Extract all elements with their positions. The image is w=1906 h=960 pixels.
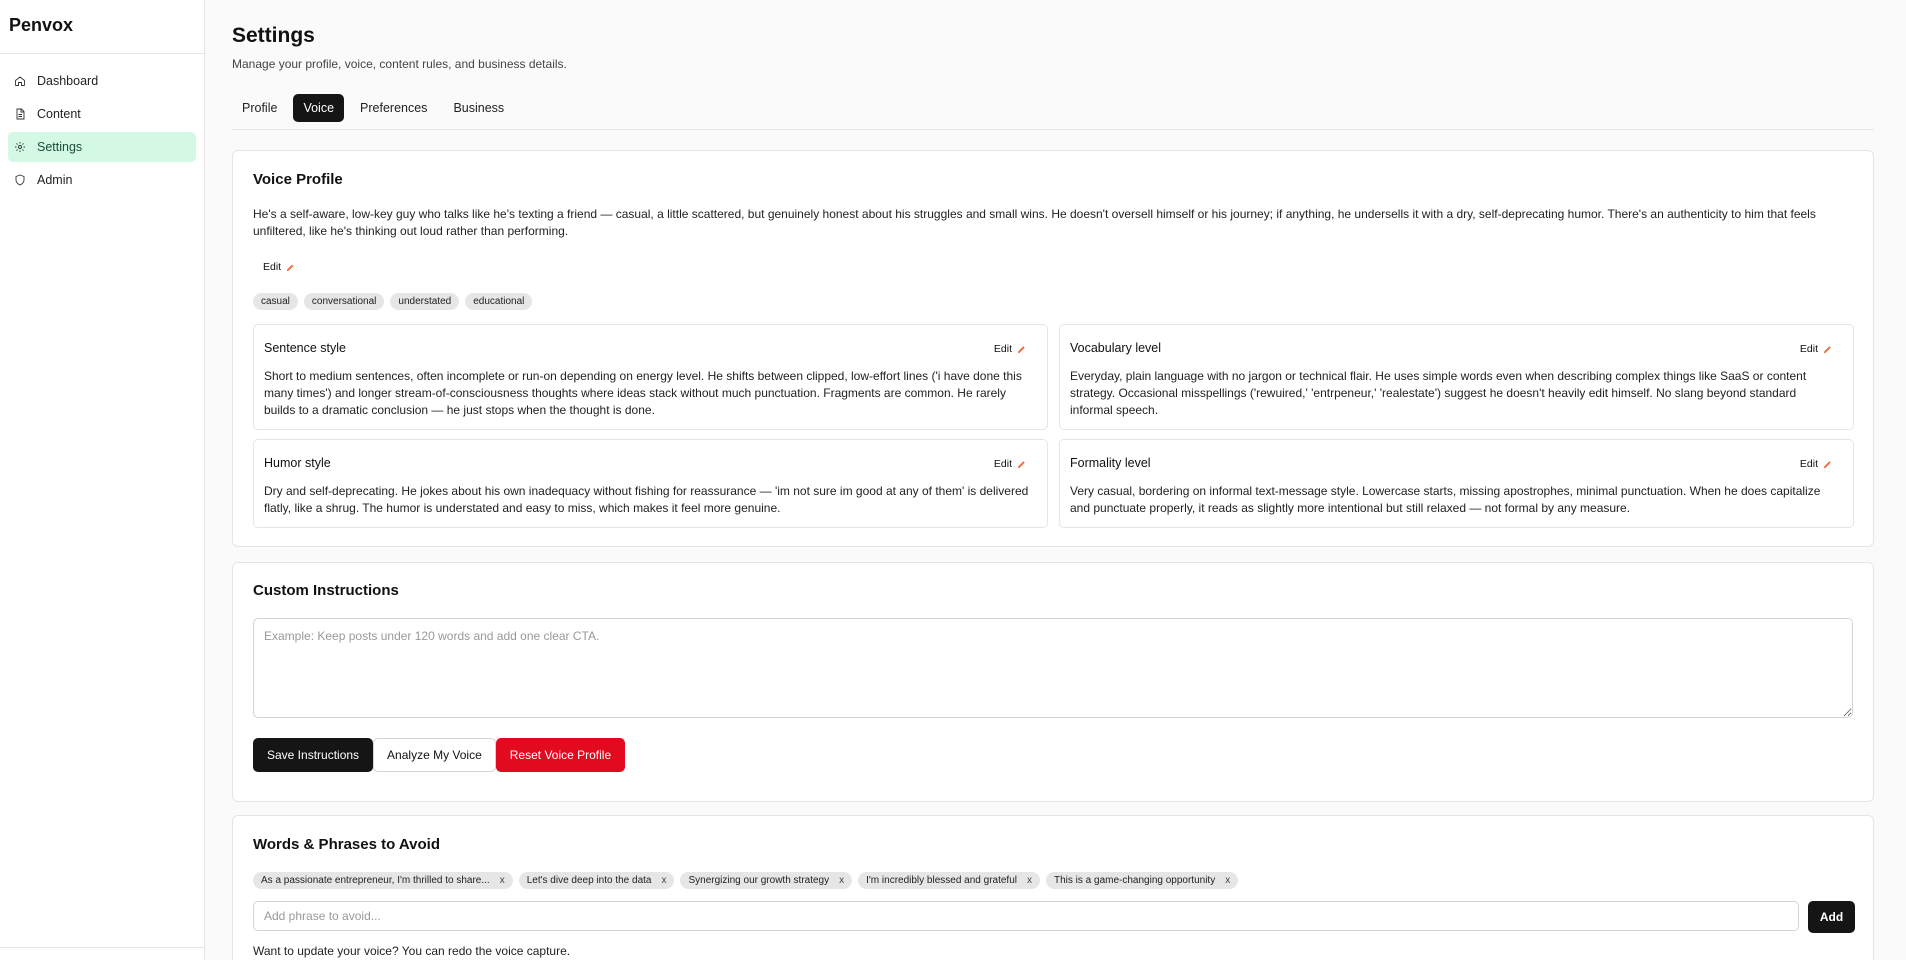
voice-tag: educational <box>465 293 533 310</box>
home-icon <box>12 74 27 89</box>
sidebar-item-label: Admin <box>37 173 73 187</box>
sidebar-footer-divider <box>0 947 204 948</box>
remove-phrase-button[interactable]: x <box>1027 875 1032 886</box>
analyze-voice-button[interactable]: Analyze My Voice <box>373 738 496 772</box>
custom-instructions-card: Custom Instructions Save Instructions An… <box>232 562 1874 802</box>
trait-name: Formality level <box>1070 456 1151 470</box>
avoid-phrase-chip: This is a game-changing opportunity x <box>1046 872 1239 889</box>
reset-voice-profile-button[interactable]: Reset Voice Profile <box>495 738 626 772</box>
pencil-icon <box>1822 344 1833 355</box>
tab-profile[interactable]: Profile <box>232 94 287 122</box>
redo-voice-note: Want to update your voice? You can redo … <box>253 944 571 958</box>
edit-label: Edit <box>1799 343 1818 355</box>
trait-formality-level: Formality level Edit Very casual, border… <box>1059 439 1854 528</box>
edit-label: Edit <box>993 343 1012 355</box>
trait-sentence-style: Sentence style Edit Short to medium sent… <box>253 324 1048 430</box>
avoid-phrases-card: Words & Phrases to Avoid As a passionate… <box>232 815 1874 960</box>
avoid-phrase-chip: As a passionate entrepreneur, I'm thrill… <box>253 872 513 889</box>
voice-tag: conversational <box>303 293 385 310</box>
avoid-phrase-text: This is a game-changing opportunity <box>1054 875 1216 886</box>
custom-instructions-title: Custom Instructions <box>253 582 399 599</box>
trait-edit-button[interactable]: Edit <box>994 343 1027 355</box>
remove-phrase-button[interactable]: x <box>1225 875 1230 886</box>
tab-business[interactable]: Business <box>443 94 514 122</box>
settings-tabs: Profile Voice Preferences Business <box>232 94 514 122</box>
edit-label: Edit <box>993 458 1012 470</box>
voice-tag: casual <box>253 293 298 310</box>
remove-phrase-button[interactable]: x <box>839 875 844 886</box>
tab-preferences[interactable]: Preferences <box>350 94 437 122</box>
voice-profile-description: He's a self-aware, low-key guy who talks… <box>253 207 1816 238</box>
trait-name: Vocabulary level <box>1070 341 1162 355</box>
trait-vocabulary-level: Vocabulary level Edit Everyday, plain la… <box>1059 324 1854 430</box>
voice-profile-card: Voice Profile He's a self-aware, low-key… <box>232 150 1874 547</box>
gear-icon <box>12 140 27 155</box>
save-instructions-button[interactable]: Save Instructions <box>253 738 374 772</box>
trait-humor-style: Humor style Edit Dry and self-deprecatin… <box>253 439 1048 528</box>
sidebar-item-label: Settings <box>37 140 83 154</box>
sidebar: Penvox Dashboard Content Settings Admin <box>0 0 205 960</box>
trait-edit-button[interactable]: Edit <box>1800 343 1833 355</box>
sidebar-item-label: Content <box>37 107 81 121</box>
trait-edit-button[interactable]: Edit <box>994 458 1027 470</box>
trait-name: Sentence style <box>264 341 346 355</box>
trait-name: Humor style <box>264 456 331 470</box>
custom-instructions-textarea[interactable] <box>253 618 1853 718</box>
avoid-phrase-text: As a passionate entrepreneur, I'm thrill… <box>261 875 490 886</box>
avoid-phrase-chip: Synergizing our growth strategy x <box>680 872 853 889</box>
main-content: Settings Manage your profile, voice, con… <box>232 0 1874 960</box>
trait-text: Dry and self-deprecating. He jokes about… <box>264 484 1029 515</box>
add-phrase-button[interactable]: Add <box>1808 901 1855 933</box>
avoid-phrase-input[interactable] <box>253 901 1799 931</box>
sidebar-item-content[interactable]: Content <box>8 99 196 129</box>
tabs-divider <box>232 129 1874 130</box>
avoid-phrase-text: I'm incredibly blessed and grateful <box>866 875 1017 886</box>
avoid-phrases-title: Words & Phrases to Avoid <box>253 836 440 853</box>
pencil-icon <box>285 262 296 273</box>
sidebar-item-admin[interactable]: Admin <box>8 165 196 195</box>
avoid-phrase-chip: Let's dive deep into the data x <box>518 872 675 889</box>
voice-profile-title: Voice Profile <box>253 171 343 188</box>
sidebar-nav: Dashboard Content Settings Admin <box>0 54 204 195</box>
avoid-phrase-chip: I'm incredibly blessed and grateful x <box>858 872 1040 889</box>
avoid-phrase-list: As a passionate entrepreneur, I'm thrill… <box>253 872 1239 889</box>
voice-profile-edit-button[interactable]: Edit <box>263 261 296 273</box>
instructions-actions: Save Instructions Analyze My Voice Reset… <box>253 738 626 772</box>
trait-edit-button[interactable]: Edit <box>1800 458 1833 470</box>
edit-label: Edit <box>1799 458 1818 470</box>
edit-label: Edit <box>263 261 282 273</box>
trait-text: Short to medium sentences, often incompl… <box>264 369 1022 417</box>
shield-icon <box>12 173 27 188</box>
voice-tag: understated <box>390 293 460 310</box>
page-title: Settings <box>232 24 315 47</box>
tab-voice[interactable]: Voice <box>293 94 345 122</box>
page-subtitle: Manage your profile, voice, content rule… <box>232 57 567 71</box>
avoid-phrase-text: Synergizing our growth strategy <box>688 875 830 886</box>
pencil-icon <box>1822 459 1833 470</box>
sidebar-item-dashboard[interactable]: Dashboard <box>8 66 196 96</box>
trait-text: Very casual, bordering on informal text-… <box>1070 484 1821 515</box>
remove-phrase-button[interactable]: x <box>661 875 666 886</box>
sidebar-item-settings[interactable]: Settings <box>8 132 196 162</box>
brand-logo: Penvox <box>0 0 204 54</box>
pencil-icon <box>1016 459 1027 470</box>
voice-tags: casual conversational understated educat… <box>253 293 533 310</box>
avoid-phrase-text: Let's dive deep into the data <box>526 875 652 886</box>
trait-text: Everyday, plain language with no jargon … <box>1070 369 1807 417</box>
pencil-icon <box>1016 344 1027 355</box>
sidebar-item-label: Dashboard <box>37 74 99 88</box>
remove-phrase-button[interactable]: x <box>500 875 505 886</box>
document-icon <box>12 107 27 122</box>
